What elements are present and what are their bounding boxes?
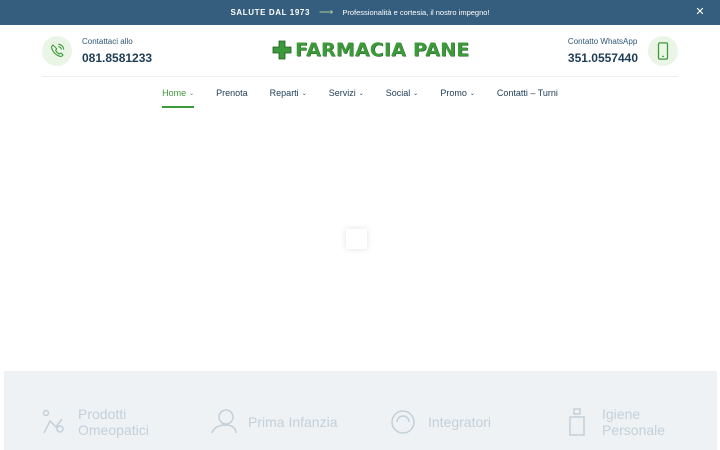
phone-contact-label: Contattaci allo [82, 37, 133, 46]
smartphone-icon [648, 36, 678, 66]
phone-number[interactable]: 081.8581233 [82, 51, 152, 65]
nav-item-label: Contatti – Turni [496, 88, 558, 98]
phone-contact[interactable]: Contattaci allo 081.8581233 [42, 36, 152, 66]
nav-item-label: Promo [440, 88, 467, 98]
green-cross-icon [272, 40, 292, 60]
nav-item-servizi[interactable]: Servizi ⌄ [318, 77, 375, 109]
homeopathy-icon [32, 401, 74, 443]
nav-item-label: Social [385, 88, 411, 98]
announcement-badge: SALUTE DAL 1973 [230, 8, 311, 17]
arrow-right-icon: ⟶ [319, 7, 334, 18]
nav-item-prenota[interactable]: Prenota [205, 77, 259, 109]
supplement-icon [382, 401, 424, 443]
chevron-down-icon: ⌄ [358, 90, 364, 97]
whatsapp-contact[interactable]: Contatto WhatsApp 351.0557440 [568, 36, 678, 66]
service-label: Integratori [428, 414, 492, 430]
service-homeopathy[interactable]: Prodotti Omeopatici [32, 401, 168, 443]
chevron-down-icon: ⌄ [413, 90, 419, 97]
announcement-message: Professionalità e cortesia, il nostro im… [342, 8, 490, 17]
chevron-down-icon: ⌄ [301, 90, 307, 97]
site-logo[interactable]: FARMACIA PANE [272, 37, 469, 63]
whatsapp-number[interactable]: 351.0557440 [568, 51, 638, 65]
nav-item-social[interactable]: Social ⌄ [375, 77, 430, 109]
main-nav: Home ⌄ Prenota Reparti ⌄ Servizi ⌄ Social ⌄ … [0, 77, 720, 109]
service-igiene-personale[interactable]: Igiene Personale [556, 401, 692, 443]
service-label: Prima Infanzia [248, 414, 338, 430]
nav-item-home[interactable]: Home ⌄ [151, 77, 205, 109]
logo-text: FARMACIA PANE [295, 39, 470, 61]
nav-item-promo[interactable]: Promo ⌄ [429, 77, 486, 109]
whatsapp-contact-label: Contatto WhatsApp [567, 37, 638, 46]
services-strip: Prodotti Omeopatici Prima Infanzia Integ… [4, 371, 717, 450]
nav-item-label: Reparti [269, 88, 299, 98]
nav-item-label: Prenota [216, 88, 248, 98]
hygiene-icon [556, 401, 598, 443]
chevron-down-icon: ⌄ [189, 90, 195, 97]
nav-item-contatti-turni[interactable]: Contatti – Turni [486, 77, 569, 109]
phone-ringing-icon [42, 36, 72, 66]
chevron-down-icon: ⌄ [469, 90, 475, 97]
nav-item-label: Servizi [328, 88, 356, 98]
baby-icon [202, 401, 244, 443]
service-prima-infanzia[interactable]: Prima Infanzia [202, 401, 338, 443]
announcement-bar: SALUTE DAL 1973 ⟶ Professionalità e cort… [0, 0, 720, 25]
page-loader [346, 229, 367, 249]
service-label: Prodotti Omeopatici [78, 406, 149, 438]
service-integratori[interactable]: Integratori [382, 401, 518, 443]
service-label: Igiene Personale [602, 406, 666, 438]
close-icon[interactable]: ✕ [694, 6, 706, 18]
site-header: Contattaci allo 081.8581233 FARMACIA PAN… [0, 25, 720, 77]
nav-item-reparti[interactable]: Reparti ⌄ [259, 77, 318, 109]
nav-item-label: Home [162, 88, 187, 98]
